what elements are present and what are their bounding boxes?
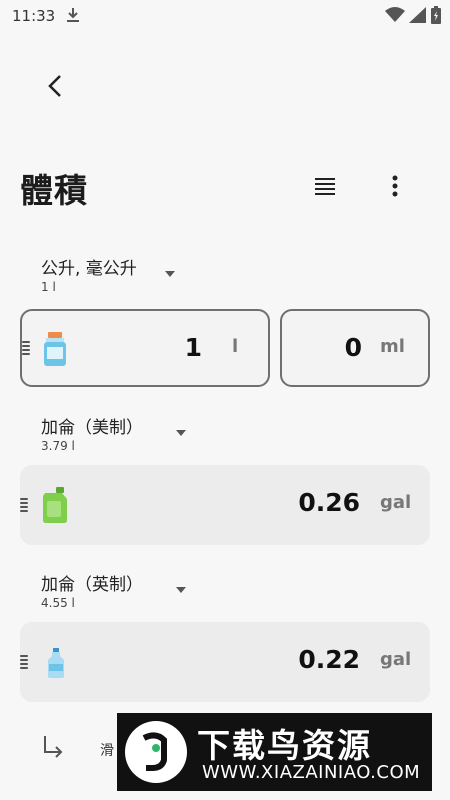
bird-logo-icon [125,721,187,783]
water-bottle-icon [48,648,64,678]
status-time: 11:33 [12,7,56,25]
page-title: 體積 [20,171,88,210]
milliliter-value[interactable]: 0 [302,333,362,362]
unit-selector-liter[interactable]: 公升, 毫公升 1 l [41,254,137,294]
download-icon [67,8,79,22]
liter-value[interactable]: 1 [142,333,202,362]
liter-input-card[interactable]: 1 l [20,309,270,387]
imperial-gallon-value[interactable]: 0.22 [250,645,360,674]
milliliter-unit-label: ml [380,336,405,357]
unit-conversion-note: 1 l [41,280,56,294]
wifi-icon [385,7,405,22]
drag-handle-icon[interactable] [20,498,28,512]
milliliter-input-card[interactable]: 0 ml [280,309,430,387]
chevron-down-icon[interactable] [176,430,186,436]
us-gallon-unit-label: gal [380,492,412,513]
unit-conversion-note: 4.55 l [41,596,75,610]
drag-handle-icon[interactable] [22,341,30,355]
more-options-button[interactable] [375,166,415,206]
unit-selector-imperial-gallon[interactable]: 加侖（英制） 4.55 l [41,570,143,610]
unit-name: 加侖（美制） [41,418,143,438]
unit-selector-us-gallon[interactable]: 加侖（美制） 3.79 l [41,413,143,453]
drag-handle-icon[interactable] [20,655,28,669]
signal-icon [409,7,426,23]
us-gallon-value[interactable]: 0.26 [250,488,360,517]
back-button[interactable] [36,66,76,106]
unit-name: 加侖（英制） [41,575,143,595]
watermark-banner: 下载鸟资源 WWW.XIAZAINIAO.COM [117,713,432,791]
battery-icon [431,6,441,24]
chevron-down-icon[interactable] [165,271,175,277]
chevron-down-icon[interactable] [176,587,186,593]
unit-conversion-note: 3.79 l [41,439,75,453]
imperial-gallon-card[interactable]: 0.22 gal [20,622,430,702]
subdirectory-arrow-icon[interactable] [40,734,66,760]
watermark-url: WWW.XIAZAINIAO.COM [202,762,421,783]
jerry-can-icon [43,487,67,523]
us-gallon-card[interactable]: 0.26 gal [20,465,430,545]
partial-label: 滑 [100,743,114,759]
back-arrow-icon [48,75,61,97]
more-vertical-icon [392,175,398,197]
unit-name: 公升, 毫公升 [41,259,137,279]
watermark-title: 下载鸟资源 [197,726,372,765]
medicine-bottle-icon [44,332,66,366]
liter-unit-label: l [232,336,239,357]
list-icon [315,178,335,195]
imperial-gallon-unit-label: gal [380,649,412,670]
list-button[interactable] [305,166,345,206]
status-bar: 11:33 [0,0,450,34]
